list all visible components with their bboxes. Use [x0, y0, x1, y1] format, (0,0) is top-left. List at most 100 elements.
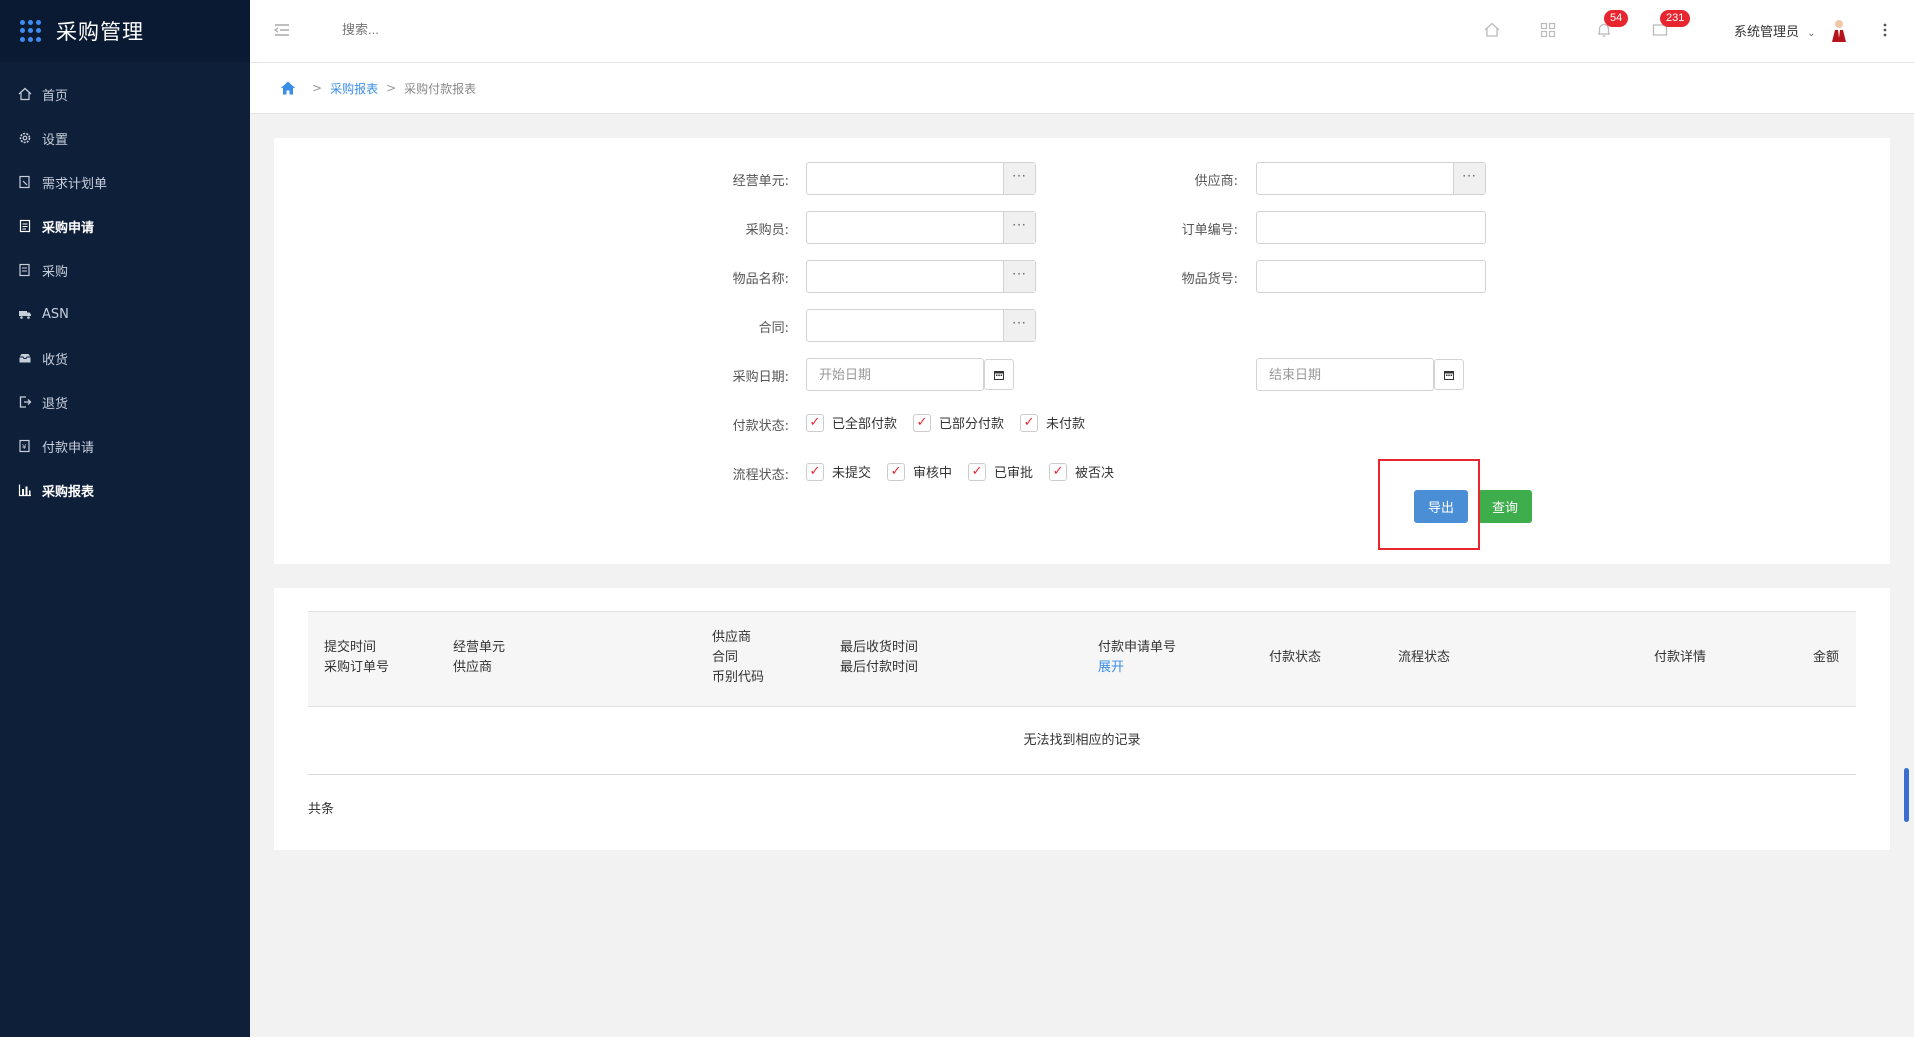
sidebar-item-label: 采购	[42, 264, 69, 280]
payment-status-group: ✓ 已全部付款 ✓ 已部分付款 ✓ 未付款	[806, 413, 1101, 432]
grid-icon[interactable]	[1538, 20, 1558, 40]
sidebar-item-label: 需求计划单	[42, 176, 108, 192]
flow-status-approved[interactable]: ✓ 已审批	[968, 462, 1033, 481]
checkbox-checked-icon[interactable]: ✓	[1020, 413, 1039, 432]
sidebar-nav: 首页 设置 需求计划单 采购申请 采购 ASN 收货 退货 ¥ 付款申请 采购报…	[0, 62, 250, 512]
mail-icon[interactable]: 231	[1650, 10, 1691, 40]
sidebar-item-purchase-report[interactable]: 采购报表	[0, 468, 250, 512]
empty-message: 无法找到相应的记录	[308, 707, 1856, 775]
checkbox-checked-icon[interactable]: ✓	[1049, 462, 1068, 481]
checkbox-checked-icon[interactable]: ✓	[806, 462, 824, 481]
payment-status-all-paid[interactable]: ✓ 已全部付款	[806, 413, 897, 432]
column-header-payment-detail[interactable]: 付款详情	[1654, 648, 1706, 668]
calendar-icon[interactable]	[984, 359, 1014, 390]
checkbox-checked-icon[interactable]: ✓	[806, 413, 824, 432]
brand-bar: 采购管理	[0, 0, 250, 62]
checkbox-checked-icon[interactable]: ✓	[913, 413, 932, 432]
purchaser-label: 采购员:	[745, 223, 789, 238]
payment-status-partial-paid[interactable]: ✓ 已部分付款	[913, 413, 1004, 432]
scrollbar-thumb[interactable]	[1904, 768, 1909, 822]
sidebar-item-return[interactable]: 退货	[0, 380, 250, 424]
filter-panel: 经营单元: ··· 供应商: ··· 采购员: ··· 订单编号: 物品名称: …	[274, 138, 1890, 564]
user-name: 系统管理员	[1734, 25, 1800, 40]
home-icon[interactable]	[1482, 20, 1502, 40]
total-count: 共条	[308, 802, 335, 817]
column-header-supplier[interactable]: 供应商 合同 币别代码	[712, 628, 764, 688]
sidebar-item-label: 采购申请	[42, 220, 95, 236]
sidebar-item-settings[interactable]: 设置	[0, 116, 250, 160]
home-icon[interactable]	[280, 80, 296, 96]
bell-icon[interactable]: 54	[1594, 10, 1629, 40]
sidebar-item-receiving[interactable]: 收货	[0, 336, 250, 380]
purchaser-picker-button[interactable]: ···	[1003, 212, 1035, 243]
sidebar-item-label: 退货	[42, 396, 69, 412]
menu-toggle-icon[interactable]	[272, 20, 292, 40]
inbox-icon	[18, 351, 32, 365]
column-header-last-receipt[interactable]: 最后收货时间 最后付款时间	[840, 638, 918, 678]
business-unit-label: 经营单元:	[732, 174, 789, 189]
exit-icon	[18, 395, 32, 409]
column-header-flow-status[interactable]: 流程状态	[1398, 648, 1450, 668]
payment-status-unpaid[interactable]: ✓ 未付款	[1020, 413, 1085, 432]
column-header-submit-time[interactable]: 提交时间 采购订单号	[324, 638, 389, 678]
chevron-down-icon: ⌄	[1807, 28, 1816, 39]
apps-grid-icon[interactable]	[20, 20, 42, 42]
sidebar-item-payment-request[interactable]: ¥ 付款申请	[0, 424, 250, 468]
sidebar-item-purchase-request[interactable]: 采购申请	[0, 204, 250, 248]
search-input[interactable]	[342, 22, 542, 37]
item-name-picker-button[interactable]: ···	[1003, 261, 1035, 292]
item-code-field[interactable]	[1256, 260, 1486, 293]
document-edit-icon	[18, 175, 32, 189]
sidebar-item-label: 付款申请	[42, 440, 95, 456]
item-name-label: 物品名称:	[732, 272, 789, 287]
payment-status-label: 付款状态:	[732, 419, 789, 434]
document-icon	[18, 219, 32, 233]
more-vertical-icon[interactable]	[1878, 20, 1892, 40]
column-header-business-unit[interactable]: 经营单元 供应商	[453, 638, 505, 678]
breadcrumb-separator: >	[312, 81, 323, 95]
purchaser-field[interactable]: ···	[806, 211, 1036, 244]
svg-text:¥: ¥	[22, 443, 27, 451]
flow-status-reviewing[interactable]: ✓ 审核中	[887, 462, 952, 481]
sidebar-item-purchase[interactable]: 采购	[0, 248, 250, 292]
purchase-date-label: 采购日期:	[732, 370, 789, 385]
order-no-field[interactable]	[1256, 211, 1486, 244]
sidebar-item-label: 收货	[42, 352, 69, 368]
business-unit-field[interactable]: ···	[806, 162, 1036, 195]
flow-status-not-submitted[interactable]: ✓ 未提交	[806, 462, 871, 481]
column-header-payment-request-no[interactable]: 付款申请单号 展开	[1098, 638, 1176, 678]
sidebar-item-label: ASN	[42, 306, 69, 322]
flow-status-group: ✓ 未提交 ✓ 审核中 ✓ 已审批 ✓ 被否决	[806, 462, 1130, 481]
sidebar-item-asn[interactable]: ASN	[0, 292, 250, 336]
breadcrumb-separator: >	[386, 81, 397, 95]
breadcrumb-link-report[interactable]: 采购报表	[330, 80, 378, 97]
business-unit-picker-button[interactable]: ···	[1003, 163, 1035, 194]
messages-badge: 231	[1660, 10, 1691, 27]
sidebar-item-home[interactable]: 首页	[0, 72, 250, 116]
flow-status-rejected[interactable]: ✓ 被否决	[1049, 462, 1114, 481]
supplier-field[interactable]: ···	[1256, 162, 1486, 195]
start-date-input[interactable]: 开始日期	[806, 358, 984, 391]
query-button[interactable]: 查询	[1478, 490, 1532, 523]
order-no-label: 订单编号:	[1181, 223, 1238, 238]
list-icon	[18, 263, 32, 277]
end-date-input[interactable]: 结束日期	[1256, 358, 1434, 391]
item-name-field[interactable]: ···	[806, 260, 1036, 293]
contract-field[interactable]: ···	[806, 309, 1036, 342]
sidebar-item-demand-plan[interactable]: 需求计划单	[0, 160, 250, 204]
payment-doc-icon: ¥	[18, 439, 32, 453]
contract-picker-button[interactable]: ···	[1003, 310, 1035, 341]
checkbox-checked-icon[interactable]: ✓	[968, 462, 987, 481]
sidebar-item-label: 设置	[42, 132, 69, 148]
avatar[interactable]	[1828, 18, 1850, 44]
calendar-icon[interactable]	[1434, 359, 1464, 390]
checkbox-checked-icon[interactable]: ✓	[887, 462, 906, 481]
user-menu[interactable]: 系统管理员 ⌄	[1734, 21, 1816, 40]
column-header-amount[interactable]: 金额	[1813, 648, 1839, 668]
expand-link[interactable]: 展开	[1098, 658, 1176, 678]
bar-chart-icon	[18, 483, 32, 497]
export-button[interactable]: 导出	[1414, 490, 1468, 523]
column-header-payment-status[interactable]: 付款状态	[1269, 648, 1321, 668]
supplier-picker-button[interactable]: ···	[1453, 163, 1485, 194]
sidebar-item-label: 首页	[42, 88, 69, 104]
